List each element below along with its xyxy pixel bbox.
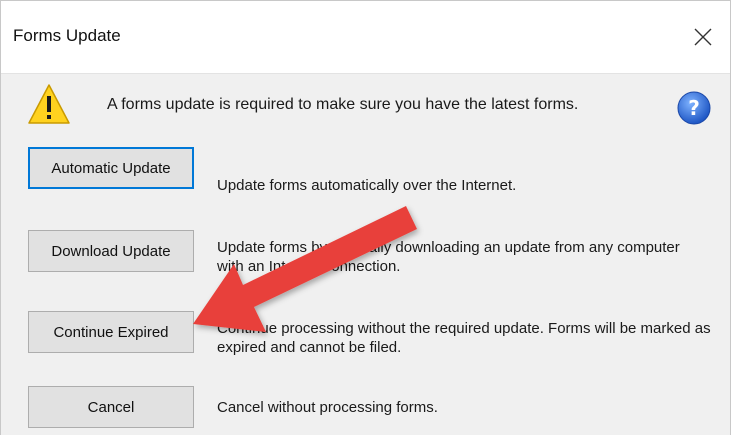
cancel-description: Cancel without processing forms. <box>217 399 438 416</box>
help-icon[interactable]: ? <box>676 90 712 126</box>
header-message: A forms update is required to make sure … <box>107 96 579 113</box>
close-icon <box>694 28 712 46</box>
warning-icon <box>28 84 70 124</box>
title-bar: Forms Update <box>1 1 730 73</box>
window-title: Forms Update <box>13 26 121 45</box>
dialog-body: A forms update is required to make sure … <box>1 73 730 435</box>
svg-text:?: ? <box>688 96 700 120</box>
automatic-update-button[interactable]: Automatic Update <box>28 147 194 189</box>
automatic-update-description: Update forms automatically over the Inte… <box>217 177 517 194</box>
continue-expired-button[interactable]: Continue Expired <box>28 311 194 353</box>
close-button[interactable] <box>683 17 723 57</box>
continue-expired-description: Continue processing without the required… <box>217 320 711 356</box>
forms-update-dialog: Forms Update A forms update is required … <box>0 0 731 435</box>
cancel-button[interactable]: Cancel <box>28 386 194 428</box>
download-update-button[interactable]: Download Update <box>28 230 194 272</box>
download-update-description: Update forms by manually downloading an … <box>217 239 680 275</box>
